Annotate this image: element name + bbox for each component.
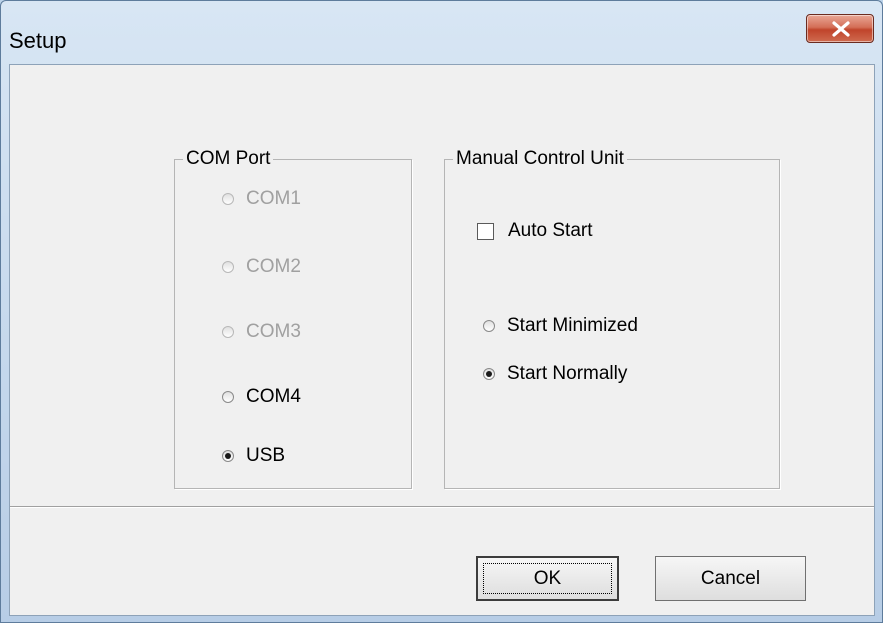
radio-indicator <box>222 193 234 205</box>
radio-usb-label: USB <box>246 445 286 466</box>
cancel-button-label: Cancel <box>700 567 761 589</box>
close-icon <box>832 21 850 37</box>
radio-indicator <box>222 391 234 403</box>
close-button[interactable] <box>806 14 874 43</box>
start-normally-label: Start Normally <box>507 363 628 384</box>
button-area-separator <box>10 506 874 508</box>
radio-indicator <box>222 326 234 338</box>
radio-com4[interactable]: COM4 <box>222 386 301 408</box>
radio-start-minimized[interactable]: Start Minimized <box>483 315 638 337</box>
auto-start-label: Auto Start <box>508 220 593 241</box>
focus-rect <box>483 563 612 594</box>
radio-com2-label: COM2 <box>246 256 301 277</box>
radio-com2[interactable]: COM2 <box>222 256 301 278</box>
radio-indicator <box>222 261 234 273</box>
radio-com1-label: COM1 <box>246 188 301 209</box>
radio-com4-label: COM4 <box>246 386 301 407</box>
com-port-legend: COM Port <box>183 148 274 170</box>
auto-start-checkbox[interactable]: Auto Start <box>477 220 593 242</box>
checkbox-indicator <box>477 222 494 240</box>
radio-com3[interactable]: COM3 <box>222 321 301 343</box>
radio-com3-label: COM3 <box>246 321 301 342</box>
com-port-group: COM Port COM1 COM2 COM3 COM4 USB <box>174 148 412 489</box>
radio-indicator-selected <box>222 450 234 462</box>
start-minimized-label: Start Minimized <box>507 315 638 336</box>
radio-indicator-selected <box>483 368 495 380</box>
title-bar[interactable]: Setup <box>1 1 882 63</box>
dialog-client-area: COM Port COM1 COM2 COM3 COM4 USB Manual … <box>9 64 875 616</box>
setup-dialog: Setup COM Port COM1 COM2 COM3 COM4 USB M… <box>0 0 883 623</box>
radio-start-normally[interactable]: Start Normally <box>483 363 627 385</box>
manual-control-unit-group: Manual Control Unit Auto Start Start Min… <box>444 148 780 489</box>
radio-usb[interactable]: USB <box>222 445 285 467</box>
manual-control-unit-legend: Manual Control Unit <box>453 148 627 170</box>
window-title: Setup <box>9 28 67 53</box>
radio-com1[interactable]: COM1 <box>222 188 301 210</box>
cancel-button[interactable]: Cancel <box>655 556 806 601</box>
radio-indicator <box>483 320 495 332</box>
ok-button[interactable]: OK <box>476 556 619 601</box>
